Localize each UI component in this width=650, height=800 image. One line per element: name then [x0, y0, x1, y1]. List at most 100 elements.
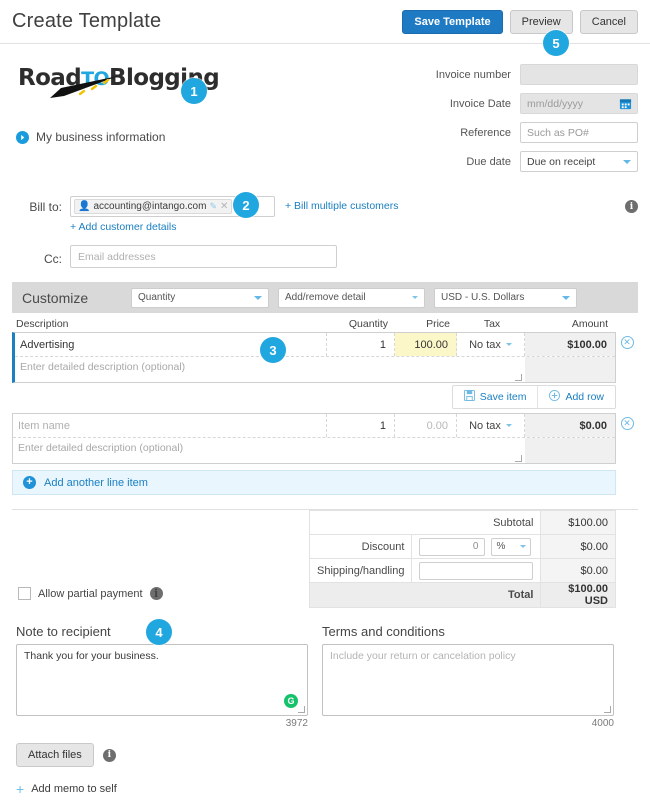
line-item-amount-2: $0.00 [525, 414, 615, 437]
save-template-button[interactable]: Save Template [402, 9, 503, 34]
terms-textarea[interactable]: Include your return or cancelation polic… [322, 644, 614, 716]
close-icon: ✕ [620, 336, 634, 349]
callout-badge-4: 4 [146, 619, 172, 645]
chevron-down-icon [254, 295, 262, 300]
save-disk-icon [463, 390, 475, 404]
customize-detail-select[interactable]: Add/remove detail [278, 287, 425, 308]
add-another-line-item-label: Add another line item [44, 476, 148, 489]
line-item-tax-select-2[interactable]: No tax [457, 414, 525, 437]
save-item-button[interactable]: Save item [453, 386, 538, 408]
plus-circle-icon: + [23, 476, 36, 489]
bill-to-info-tooltip[interactable]: i [625, 196, 638, 213]
line-item-card-2[interactable]: Item name 1 0.00 No tax $0.00 Enter deta… [12, 413, 616, 464]
reference-input[interactable]: Such as PO# [519, 122, 638, 143]
delete-line-item-button-1[interactable]: ✕ [616, 332, 638, 349]
customize-detail-value: Add/remove detail [285, 292, 366, 303]
resize-handle-icon[interactable] [298, 706, 305, 713]
line-item-card-1[interactable]: Advertising 1 100.00 No tax $100.00 Ente… [12, 332, 616, 383]
line-item-fields-1: Advertising 1 100.00 No tax $100.00 [15, 333, 615, 356]
table-row: Advertising 1 100.00 No tax $100.00 Ente… [12, 332, 638, 383]
invoice-date-placeholder: mm/dd/yyyy [526, 97, 583, 110]
resize-handle-icon[interactable] [515, 374, 522, 381]
line-item-price-input-1[interactable]: 100.00 [395, 333, 457, 356]
allow-partial-payment-checkbox[interactable] [18, 587, 31, 600]
road-graphic-icon [50, 76, 118, 98]
calendar-icon[interactable] [619, 97, 632, 113]
close-icon: ✕ [620, 417, 634, 430]
line-item-quantity-input-2[interactable]: 1 [327, 414, 395, 437]
line-item-description-input-2[interactable]: Item name [13, 414, 327, 437]
column-header-amount: Amount [571, 318, 608, 330]
shipping-value: $0.00 [540, 558, 616, 583]
add-another-line-item-button[interactable]: + Add another line item [12, 470, 616, 495]
line-item-amount-1: $100.00 [525, 333, 615, 356]
subtotal-label: Subtotal [308, 510, 542, 535]
plus-circle-icon [549, 390, 561, 404]
column-header-price: Price [426, 318, 450, 330]
terms-placeholder: Include your return or cancelation polic… [330, 650, 516, 662]
customer-chip[interactable]: 👤 accounting@intango.com ✎ ✕ [74, 199, 233, 214]
bill-to-label: Bill to: [29, 200, 62, 214]
info-icon[interactable]: i [149, 587, 163, 600]
delete-line-item-button-2[interactable]: ✕ [616, 413, 638, 430]
discount-input[interactable]: 0 [419, 537, 486, 556]
attach-files-button[interactable]: Attach files [16, 743, 94, 767]
invoice-number-input[interactable] [519, 64, 638, 85]
chevron-down-icon [562, 295, 570, 300]
cc-input[interactable]: Email addresses [70, 245, 337, 268]
callout-badge-2: 2 [233, 192, 259, 218]
resize-handle-icon[interactable] [515, 455, 522, 462]
my-business-information-link[interactable]: My business information [16, 130, 363, 144]
add-memo-to-self-label: Add memo to self [31, 783, 117, 795]
page-title: Create Template [12, 10, 162, 32]
column-header-tax: Tax [483, 318, 501, 330]
plus-icon: + [16, 781, 25, 797]
discount-label: Discount [308, 534, 413, 559]
bill-to-section: Bill to: 👤 accounting@intango.com ✎ ✕ + … [12, 196, 638, 268]
note-character-counter: 3972 [285, 718, 308, 729]
attach-files-row: Attach files i [16, 743, 638, 767]
cc-label: Cc: [44, 251, 62, 266]
total-row: Total $100.00 USD [308, 582, 616, 608]
cancel-button[interactable]: Cancel [579, 9, 638, 34]
add-memo-to-self-link[interactable]: + Add memo to self [16, 781, 638, 797]
shipping-input[interactable] [419, 561, 534, 580]
line-item-price-input-2[interactable]: 0.00 [395, 414, 457, 437]
edit-pencil-icon[interactable]: ✎ [209, 201, 217, 212]
line-item-tax-select-1[interactable]: No tax [457, 333, 525, 356]
resize-handle-icon[interactable] [604, 706, 611, 713]
add-row-button[interactable]: Add row [537, 386, 615, 408]
info-icon[interactable]: i [102, 748, 116, 762]
invoice-date-input[interactable]: mm/dd/yyyy [519, 93, 638, 114]
reference-label: Reference [460, 126, 511, 139]
terms-title: Terms and conditions [322, 624, 445, 639]
line-item-quantity-input-1[interactable]: 1 [327, 333, 395, 356]
allow-partial-payment-row[interactable]: Allow partial payment i [18, 587, 163, 600]
line-item-actions: Save item Add row [12, 385, 638, 409]
customer-chip-email: accounting@intango.com [93, 201, 207, 212]
due-date-select[interactable]: Due on receipt [519, 151, 638, 172]
save-item-label: Save item [479, 391, 527, 403]
invoice-number-row: Invoice number [363, 64, 638, 85]
preview-button[interactable]: Preview [509, 9, 573, 34]
total-value: $100.00 USD [540, 582, 616, 608]
person-icon: 👤 [78, 200, 91, 212]
grammarly-icon[interactable]: G [284, 694, 298, 708]
discount-unit-select[interactable]: % [491, 537, 532, 556]
remove-chip-icon[interactable]: ✕ [220, 201, 228, 212]
invoice-date-label: Invoice Date [449, 97, 511, 110]
add-customer-details-link[interactable]: + Add customer details [70, 221, 638, 233]
chevron-down-icon [505, 343, 512, 346]
invoice-number-label: Invoice number [435, 68, 511, 81]
due-date-label: Due date [466, 155, 511, 168]
note-to-recipient-value: Thank you for your business. [24, 650, 159, 662]
bill-multiple-customers-link[interactable]: + Bill multiple customers [285, 196, 399, 212]
chevron-down-icon [520, 545, 527, 548]
line-item-note-input-2[interactable]: Enter detailed description (optional) [13, 438, 525, 454]
customize-currency-select[interactable]: USD - U.S. Dollars [434, 287, 577, 308]
shipping-label: Shipping/handling [308, 558, 413, 583]
note-to-recipient-textarea[interactable]: Thank you for your business. G [16, 644, 308, 716]
customize-quantity-select[interactable]: Quantity [131, 287, 269, 308]
column-header-quantity: Quantity [348, 318, 388, 330]
allow-partial-payment-label: Allow partial payment [38, 587, 143, 600]
